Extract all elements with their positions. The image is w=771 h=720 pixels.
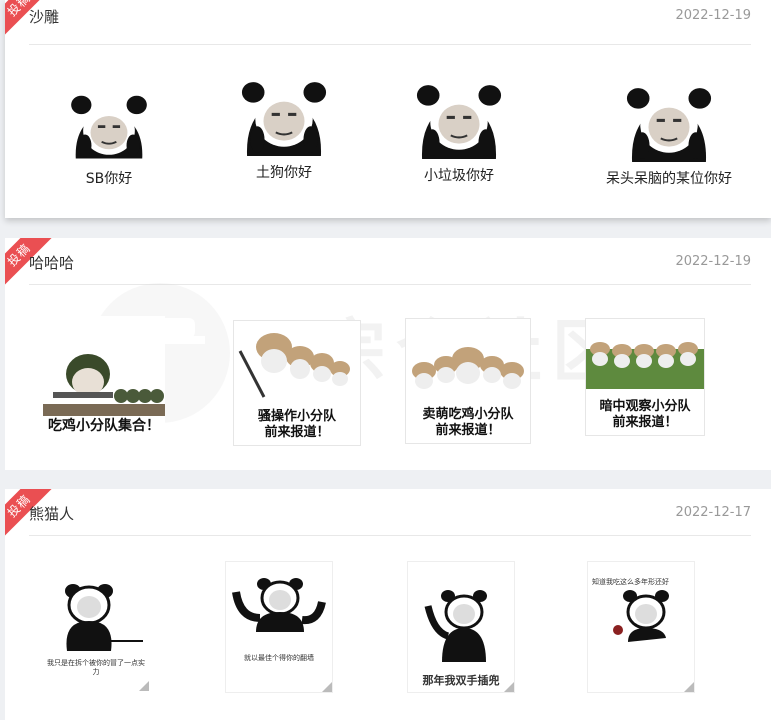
meme-caption: 就以最佳个得你的翻墙 <box>244 654 314 662</box>
panda-meme-image <box>424 590 487 662</box>
post-title[interactable]: 哈哈哈 <box>29 252 74 273</box>
meme-item[interactable]: 吃鸡小分队集合！ <box>43 316 165 438</box>
meme-row: SB你好 土狗你好 小垃圾你好 呆头呆脑的某位你好 <box>29 68 751 188</box>
meme-item[interactable]: 那年我双手插兜 <box>407 561 515 693</box>
post-title[interactable]: 沙雕 <box>29 6 59 27</box>
meme-caption: 小垃圾你好 <box>424 168 494 184</box>
meme-caption: 那年我双手插兜 <box>422 674 500 687</box>
meme-item[interactable]: 就以最佳个得你的翻墙 <box>225 561 333 693</box>
post-feed: 投稿 沙雕 2022-12-19 SB你好 土狗你好 小垃圾你好 呆头呆脑的某位… <box>0 0 771 720</box>
meme-item[interactable]: 卖萌吃鸡小分队 前来报道！ <box>405 318 531 444</box>
meme-item[interactable]: 小垃圾你好 <box>399 65 519 185</box>
meme-item[interactable]: 骚操作小分队 前来报道！ <box>233 320 361 446</box>
panda-meme-image <box>65 584 143 651</box>
meme-caption: 暗中观察小分队 前来报道！ <box>599 399 691 430</box>
meme-item[interactable]: 呆头呆脑的某位你好 <box>594 68 744 188</box>
panda-meme-image <box>241 82 327 156</box>
meme-item[interactable]: SB你好 <box>49 68 169 188</box>
panda-meme-image <box>416 85 502 159</box>
panda-meme-image <box>232 578 326 632</box>
post-title[interactable]: 熊猫人 <box>29 503 74 524</box>
panda-meme-image <box>626 88 712 162</box>
squad-meme-image <box>586 319 704 389</box>
panda-meme-image <box>613 590 669 642</box>
meme-caption: 土狗你好 <box>256 165 312 181</box>
meme-caption: 吃鸡小分队集合！ <box>48 418 160 434</box>
meme-caption: 骚操作小分队 前来报道！ <box>257 409 336 440</box>
post-card-pandaman[interactable]: 投稿 熊猫人 2022-12-17 我只是在拆个被你的冒了一点实力 就以最佳个得… <box>5 489 771 720</box>
post-date: 2022-12-19 <box>675 254 751 269</box>
post-header: 熊猫人 2022-12-17 <box>29 495 751 536</box>
fold-corner-icon <box>684 682 694 692</box>
post-date: 2022-12-17 <box>675 505 751 520</box>
panda-meme-image <box>71 95 147 159</box>
squad-meme-image <box>238 333 350 398</box>
meme-caption: 我只是在拆个被你的冒了一点实力 <box>47 659 145 676</box>
meme-item[interactable]: 知道我吃这么多年形还好 <box>587 561 695 693</box>
post-header: 沙雕 2022-12-19 <box>29 0 751 45</box>
meme-item[interactable]: 我只是在拆个被你的冒了一点实力 <box>43 561 149 691</box>
fold-corner-icon <box>322 682 332 692</box>
post-header: 哈哈哈 2022-12-19 <box>29 244 751 285</box>
meme-caption: SB你好 <box>85 171 133 187</box>
squad-meme-image <box>412 347 524 389</box>
meme-item[interactable]: 土狗你好 <box>224 62 344 182</box>
meme-caption: 卖萌吃鸡小分队 前来报道！ <box>422 407 514 438</box>
fold-corner-icon <box>504 682 514 692</box>
post-card-hahaha[interactable]: 投稿 哈哈哈 2022-12-19 Q宗合社区 com <box>5 238 771 470</box>
meme-item[interactable]: 暗中观察小分队 前来报道！ <box>585 318 705 436</box>
post-date: 2022-12-19 <box>675 8 751 23</box>
squad-meme-image <box>43 316 165 416</box>
fold-corner-icon <box>139 681 149 691</box>
post-card-shadiao[interactable]: 投稿 沙雕 2022-12-19 SB你好 土狗你好 小垃圾你好 呆头呆脑的某位… <box>5 0 771 218</box>
meme-caption: 呆头呆脑的某位你好 <box>606 171 732 187</box>
